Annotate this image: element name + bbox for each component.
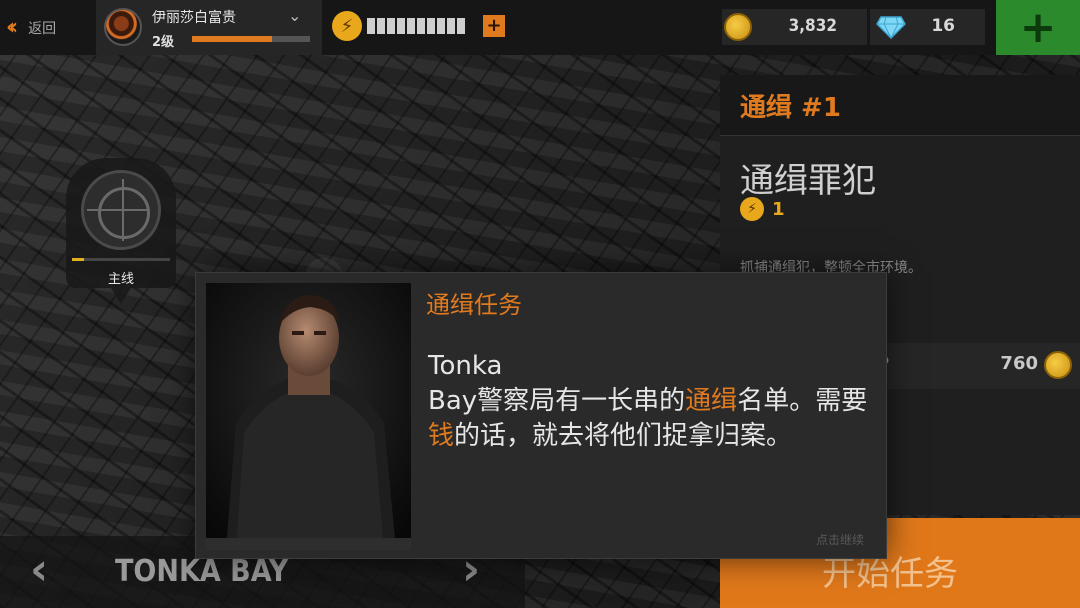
back-button[interactable]: ‹‹ 返回 <box>0 0 92 55</box>
mission-number: 通缉 #1 <box>740 93 841 123</box>
player-name: 伊丽莎白富贵 <box>152 10 236 26</box>
lightning-bolt-icon: ⚡ <box>740 197 764 221</box>
xp-bar-fill <box>192 36 273 42</box>
energy-segment <box>377 18 385 34</box>
gem-balance: 16 <box>870 9 985 45</box>
player-profile[interactable]: 伊丽莎白富贵 2级 ⌄ <box>96 0 322 55</box>
dialog-highlight-money: 钱 <box>428 421 455 451</box>
gem-count: 16 <box>931 16 955 36</box>
add-energy-button[interactable]: + <box>483 15 505 37</box>
crosshair-line <box>87 209 149 211</box>
marker-progress-fill <box>72 258 84 261</box>
energy-segment <box>407 18 415 34</box>
marker-pointer <box>111 288 131 304</box>
double-chevron-left-icon: ‹‹ <box>6 15 18 40</box>
main-mission-marker[interactable]: 主线 <box>66 158 176 308</box>
back-label: 返回 <box>28 20 57 37</box>
energy-segment <box>417 18 425 34</box>
energy-segment <box>437 18 445 34</box>
coin-icon <box>1044 351 1072 379</box>
energy-meter: ⚡ + <box>330 9 510 45</box>
top-bar: ‹‹ 返回 伊丽莎白富贵 2级 ⌄ ⚡ + 3,832 16 + <box>0 0 1080 55</box>
eagle-avatar-icon <box>104 8 142 46</box>
prev-region-button[interactable]: ‹ <box>30 544 48 595</box>
lightning-bolt-icon: ⚡ <box>332 11 362 41</box>
xp-bar <box>192 36 310 42</box>
energy-cost-value: 1 <box>772 198 785 220</box>
reward-coins: 760 <box>1000 353 1038 374</box>
dialog-body: Tonka Bay警察局有一长串的通缉名单。需要钱的话，就去将他们捉拿归案。 <box>428 349 868 454</box>
energy-segment <box>427 18 435 34</box>
character-portrait-image <box>206 283 411 550</box>
energy-segment <box>457 18 465 34</box>
energy-segment <box>397 18 405 34</box>
chevron-down-icon[interactable]: ⌄ <box>288 6 301 25</box>
character-portrait <box>206 283 411 550</box>
briefing-dialog[interactable]: 通缉任务 Tonka Bay警察局有一长串的通缉名单。需要钱的话，就去将他们捉拿归… <box>195 272 887 559</box>
dialog-text-3: 名单。需要 <box>737 386 868 416</box>
mission-panel-header: 通缉 #1 <box>720 75 1080 136</box>
diamond-icon <box>876 16 906 39</box>
energy-segment <box>387 18 395 34</box>
dialog-text-4: 的话，就去将他们捉拿归案。 <box>454 421 793 451</box>
coin-balance: 3,832 <box>722 9 867 45</box>
dialog-text-2: Bay警察局有一长串的 <box>428 386 686 416</box>
energy-segment <box>367 18 375 34</box>
mission-energy-cost: ⚡ 1 <box>740 197 785 221</box>
dialog-text-1: Tonka <box>428 351 503 381</box>
add-currency-button[interactable]: + <box>996 0 1080 55</box>
mission-title: 通缉罪犯 <box>740 161 876 201</box>
coin-icon <box>724 13 752 41</box>
continue-hint: 点击继续 <box>815 533 864 547</box>
energy-segment <box>447 18 455 34</box>
marker-label: 主线 <box>107 272 134 287</box>
dialog-title: 通缉任务 <box>426 291 522 319</box>
energy-segments <box>367 18 465 34</box>
region-name: TONKA BAY <box>115 554 289 589</box>
dialog-highlight-wanted: 通缉 <box>685 386 738 416</box>
player-level: 2级 <box>152 35 175 50</box>
marker-progress <box>72 258 170 261</box>
coin-count: 3,832 <box>788 16 837 36</box>
